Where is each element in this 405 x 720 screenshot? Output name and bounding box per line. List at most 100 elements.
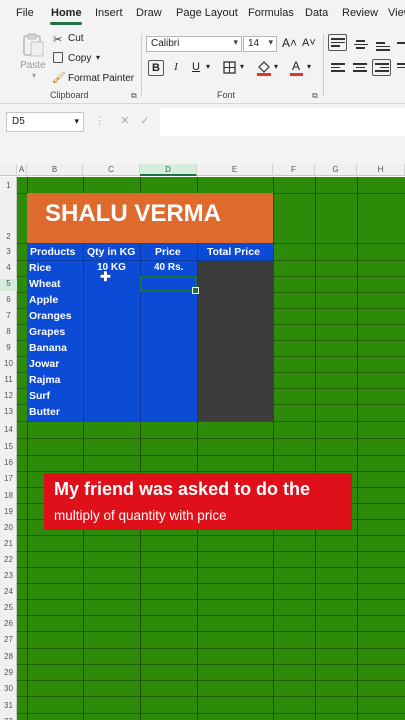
row-header[interactable]: 15 bbox=[0, 442, 17, 454]
row-header[interactable]: 8 bbox=[0, 327, 17, 339]
row-header[interactable]: 26 bbox=[0, 619, 17, 631]
row-header[interactable]: 6 bbox=[0, 295, 17, 307]
row-header[interactable]: 2 bbox=[0, 232, 17, 244]
row-header[interactable]: 17 bbox=[0, 474, 17, 486]
middle-align-icon[interactable] bbox=[354, 40, 368, 52]
row-header[interactable]: 5 bbox=[0, 279, 17, 291]
active-cell-d5[interactable] bbox=[140, 276, 199, 294]
row-header[interactable]: 28 bbox=[0, 652, 17, 664]
column-header-f[interactable]: F bbox=[273, 164, 315, 176]
row-header[interactable]: 10 bbox=[0, 359, 17, 371]
format-painter-label[interactable]: Format Painter bbox=[68, 73, 134, 84]
cut-label[interactable]: Cut bbox=[68, 33, 84, 44]
gridline bbox=[17, 455, 405, 456]
clipboard-group-label: Clipboard bbox=[50, 90, 89, 100]
increase-font-size-button[interactable]: A˄ bbox=[282, 36, 297, 50]
align-left-icon[interactable] bbox=[331, 63, 345, 75]
fill-color-dropdown-icon[interactable]: ▾ bbox=[274, 62, 278, 71]
menu-home[interactable]: Home bbox=[51, 7, 82, 19]
row-header[interactable]: 16 bbox=[0, 458, 17, 470]
row-header[interactable]: 22 bbox=[0, 555, 17, 567]
copy-icon[interactable] bbox=[53, 52, 63, 63]
column-header-b[interactable]: B bbox=[27, 164, 83, 176]
align-center-icon[interactable] bbox=[353, 63, 367, 75]
font-color-button[interactable]: A bbox=[290, 59, 304, 76]
cut-icon[interactable]: ✂ bbox=[53, 33, 62, 46]
menu-insert[interactable]: Insert bbox=[95, 7, 123, 19]
row-header[interactable]: 18 bbox=[0, 491, 17, 503]
column-header-h[interactable]: H bbox=[357, 164, 405, 176]
row-header[interactable]: 4 bbox=[0, 263, 17, 275]
product-cell: Apple bbox=[29, 294, 59, 306]
row-header[interactable]: 7 bbox=[0, 311, 17, 323]
menu-draw[interactable]: Draw bbox=[136, 7, 162, 19]
row-header[interactable]: 25 bbox=[0, 603, 17, 615]
row-header[interactable]: 23 bbox=[0, 571, 17, 583]
row-header[interactable]: 21 bbox=[0, 539, 17, 551]
row-header[interactable]: 29 bbox=[0, 668, 17, 680]
fill-color-icon[interactable] bbox=[256, 59, 272, 76]
paste-dropdown-icon[interactable]: ▾ bbox=[32, 71, 36, 80]
paste-icon bbox=[23, 33, 44, 57]
borders-dropdown-icon[interactable]: ▾ bbox=[240, 62, 244, 71]
row-header[interactable]: 19 bbox=[0, 507, 17, 519]
row-header[interactable]: 9 bbox=[0, 343, 17, 355]
row-header[interactable]: 14 bbox=[0, 425, 17, 437]
row-header[interactable]: 3 bbox=[0, 247, 17, 259]
menu-formulas[interactable]: Formulas bbox=[248, 7, 294, 19]
italic-button[interactable]: I bbox=[168, 60, 184, 76]
underline-button[interactable]: U bbox=[188, 60, 204, 76]
row-header[interactable]: 1 bbox=[0, 181, 17, 193]
menu-review[interactable]: Review bbox=[342, 7, 378, 19]
total-price-column[interactable] bbox=[197, 260, 273, 421]
row-header[interactable]: 24 bbox=[0, 587, 17, 599]
table-divider bbox=[83, 244, 84, 421]
row-header[interactable]: 27 bbox=[0, 635, 17, 647]
header-qty: Qty in KG bbox=[87, 246, 136, 258]
column-header-e[interactable]: E bbox=[197, 164, 273, 176]
font-name-select[interactable]: Calibri ▾ bbox=[146, 36, 242, 52]
formula-input[interactable] bbox=[160, 108, 405, 136]
enter-icon[interactable]: ✓ bbox=[140, 115, 149, 127]
orientation-icon[interactable] bbox=[397, 42, 405, 54]
gridline bbox=[17, 535, 405, 536]
menu-page-layout[interactable]: Page Layout bbox=[176, 7, 238, 19]
row-header[interactable]: 12 bbox=[0, 391, 17, 403]
row-header[interactable]: 30 bbox=[0, 684, 17, 696]
row-headers: 1 2 3 4 5 6 7 8 9 10 11 12 13 14 15 16 17 18 19 20 21 22 23 24 2… bbox=[0, 177, 17, 720]
menu-bar: File Home Insert Draw Page Layout Formul… bbox=[0, 0, 405, 28]
paste-button[interactable] bbox=[20, 32, 46, 58]
underline-dropdown-icon[interactable]: ▾ bbox=[206, 62, 210, 71]
row-header[interactable]: 11 bbox=[0, 375, 17, 387]
bottom-align-icon[interactable] bbox=[376, 42, 390, 54]
menu-file[interactable]: File bbox=[16, 7, 34, 19]
cancel-icon[interactable]: ✕ bbox=[120, 115, 129, 127]
row-header[interactable]: 20 bbox=[0, 523, 17, 535]
borders-icon[interactable] bbox=[223, 61, 236, 74]
menu-view[interactable]: View bbox=[388, 7, 405, 19]
menu-data[interactable]: Data bbox=[305, 7, 328, 19]
sheet-title: SHALU VERMA bbox=[45, 200, 222, 227]
select-all-corner[interactable] bbox=[0, 164, 17, 176]
indent-icon[interactable] bbox=[397, 63, 405, 75]
row-header[interactable]: 31 bbox=[0, 701, 17, 713]
row-header[interactable]: 13 bbox=[0, 407, 17, 419]
column-header-d[interactable]: D bbox=[140, 164, 197, 176]
column-header-c[interactable]: C bbox=[83, 164, 140, 176]
copy-label[interactable]: Copy bbox=[68, 53, 91, 64]
column-header-a[interactable]: A bbox=[17, 164, 27, 176]
font-size-select[interactable]: 14 ▾ bbox=[243, 36, 277, 52]
bold-button[interactable]: B bbox=[148, 60, 164, 76]
format-painter-icon[interactable]: 🖌 bbox=[52, 71, 66, 84]
font-name-value: Calibri bbox=[151, 38, 180, 49]
font-color-dropdown-icon[interactable]: ▾ bbox=[307, 62, 311, 71]
ribbon-separator bbox=[323, 34, 324, 96]
decrease-font-size-button[interactable]: A˅ bbox=[302, 37, 316, 49]
column-header-g[interactable]: G bbox=[315, 164, 357, 176]
gridline bbox=[17, 648, 405, 649]
font-launcher-icon[interactable]: ⧉ bbox=[312, 91, 318, 101]
clipboard-launcher-icon[interactable]: ⧉ bbox=[131, 91, 137, 101]
gridline bbox=[17, 471, 405, 472]
copy-dropdown-icon[interactable]: ▾ bbox=[96, 53, 100, 62]
name-box[interactable]: D5 ▾ bbox=[6, 112, 84, 132]
